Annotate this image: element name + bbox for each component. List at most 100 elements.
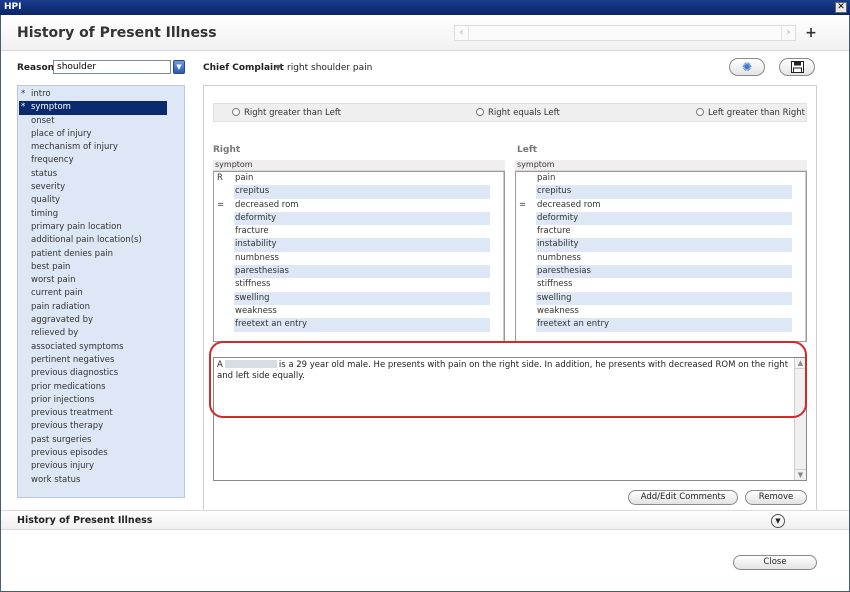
nav-next-icon[interactable]: › bbox=[781, 26, 795, 40]
sidebar-item-star: * bbox=[21, 102, 26, 113]
nav-previous-icon[interactable]: ‹ bbox=[455, 26, 469, 40]
sidebar-item-label: mechanism of injury bbox=[31, 142, 118, 153]
grid-scrollbar[interactable] bbox=[503, 172, 504, 341]
sidebar-item[interactable]: patient denies pain bbox=[18, 248, 184, 261]
sidebar-item[interactable]: pain radiation bbox=[18, 301, 184, 314]
main-panel: Right greater than Left Right equals Lef… bbox=[203, 85, 817, 514]
sidebar-item[interactable]: * symptom bbox=[19, 101, 167, 115]
sidebar-item[interactable]: previous injury bbox=[18, 460, 184, 473]
sidebar-item[interactable]: relieved by bbox=[18, 327, 184, 340]
radio-left-greater[interactable]: Left greater than Right bbox=[696, 108, 805, 118]
refresh-button[interactable]: ✺ bbox=[729, 58, 765, 76]
radio-right-greater[interactable]: Right greater than Left bbox=[232, 108, 341, 118]
remove-button[interactable]: Remove bbox=[745, 490, 807, 505]
sidebar-item[interactable]: severity bbox=[18, 181, 184, 194]
symptom-label: freetext an entry bbox=[536, 318, 792, 332]
symptom-row[interactable]: deformity bbox=[214, 211, 504, 226]
symptom-row[interactable]: instability bbox=[214, 238, 504, 252]
sidebar-item[interactable]: frequency bbox=[18, 154, 184, 167]
sidebar-item[interactable]: timing bbox=[18, 208, 184, 221]
sidebar-item[interactable]: primary pain location bbox=[18, 221, 184, 234]
symptom-row[interactable]: = decreased rom bbox=[516, 199, 806, 212]
sidebar-item[interactable]: status bbox=[18, 168, 184, 181]
sidebar-item[interactable]: prior injections bbox=[18, 394, 184, 407]
navigation-bar[interactable]: ‹ › bbox=[454, 25, 796, 41]
symptom-row[interactable]: stiffness bbox=[214, 278, 504, 291]
symptom-row[interactable]: numbness bbox=[516, 252, 806, 265]
symptom-label: deformity bbox=[536, 211, 792, 226]
symptom-label: numbness bbox=[235, 252, 279, 263]
window-close-button[interactable]: ✕ bbox=[835, 2, 847, 13]
sidebar-item-label: symptom bbox=[31, 102, 71, 113]
sidebar-item-label: frequency bbox=[31, 155, 74, 166]
add-icon[interactable]: + bbox=[804, 25, 818, 41]
sidebar-item[interactable]: best pain bbox=[18, 261, 184, 274]
sidebar-item[interactable]: previous episodes bbox=[18, 447, 184, 460]
chief-complaint-toggle-icon[interactable]: ▼ bbox=[275, 63, 281, 72]
sidebar-item[interactable]: work status bbox=[18, 474, 184, 487]
radio-right-equals-left[interactable]: Right equals Left bbox=[476, 108, 560, 118]
symptom-row[interactable]: pain bbox=[516, 172, 806, 185]
symptom-label: crepitus bbox=[234, 185, 490, 199]
symptom-row[interactable]: paresthesias bbox=[516, 265, 806, 279]
sidebar-item[interactable]: mechanism of injury bbox=[18, 141, 184, 154]
save-button[interactable] bbox=[779, 58, 815, 76]
reason-select[interactable] bbox=[53, 60, 171, 74]
sidebar-item-label: aggravated by bbox=[31, 315, 94, 326]
sidebar-item[interactable]: * intro bbox=[18, 88, 184, 101]
sidebar-item[interactable]: previous therapy bbox=[18, 420, 184, 433]
sidebar-item[interactable]: associated symptoms bbox=[18, 341, 184, 354]
grid-scrollbar[interactable] bbox=[805, 172, 806, 341]
right-symptom-grid: Rpain crepitus = decreased rom deformity frac… bbox=[213, 171, 505, 342]
hpi-window: History of Present Illness ‹ › + Reason:… bbox=[0, 15, 850, 592]
symptom-row[interactable]: freetext an entry bbox=[516, 318, 806, 332]
sidebar-item[interactable]: previous diagnostics bbox=[18, 367, 184, 380]
symptom-row[interactable]: fracture bbox=[214, 225, 504, 238]
symptom-label: stiffness bbox=[235, 279, 271, 290]
sidebar-item[interactable]: worst pain bbox=[18, 274, 184, 287]
symptom-row[interactable]: numbness bbox=[214, 252, 504, 265]
floppy-disk-icon bbox=[790, 61, 804, 73]
symptom-row[interactable]: paresthesias bbox=[214, 265, 504, 279]
sidebar-item[interactable]: previous treatment bbox=[18, 407, 184, 420]
collapsed-section[interactable]: History of Present Illness ▼ bbox=[1, 510, 849, 530]
sidebar-item[interactable]: quality bbox=[18, 194, 184, 207]
symptom-row[interactable]: fracture bbox=[516, 225, 806, 238]
symptom-row[interactable]: swelling bbox=[214, 291, 504, 305]
sidebar-item[interactable]: current pain bbox=[18, 287, 184, 300]
sidebar-item[interactable]: place of injury bbox=[18, 128, 184, 141]
symptom-row[interactable]: weakness bbox=[214, 305, 504, 318]
radio-circle[interactable] bbox=[696, 108, 704, 116]
expand-icon[interactable]: ▼ bbox=[771, 514, 785, 528]
symptom-row[interactable]: swelling bbox=[516, 291, 806, 305]
sidebar-item[interactable]: onset bbox=[18, 115, 184, 128]
symptom-label: weakness bbox=[235, 305, 277, 316]
symptom-label: numbness bbox=[537, 252, 581, 263]
sidebar-item[interactable]: prior medications bbox=[18, 381, 184, 394]
symptom-row[interactable]: weakness bbox=[516, 305, 806, 318]
radio-right-equals-left-label: Right equals Left bbox=[488, 108, 560, 118]
chevron-down-icon[interactable]: ▼ bbox=[173, 60, 185, 74]
symptom-row[interactable]: = decreased rom bbox=[214, 199, 504, 212]
symptom-row[interactable]: Rpain bbox=[214, 172, 504, 185]
symptom-label: stiffness bbox=[537, 279, 573, 290]
close-button[interactable]: Close bbox=[733, 555, 817, 570]
add-edit-comments-button[interactable]: Add/Edit Comments bbox=[628, 490, 738, 505]
sidebar-item[interactable]: aggravated by bbox=[18, 314, 184, 327]
radio-circle[interactable] bbox=[476, 108, 484, 116]
symptom-row[interactable]: deformity bbox=[516, 211, 806, 226]
radio-circle[interactable] bbox=[232, 108, 240, 116]
symptom-mark: = bbox=[519, 199, 527, 210]
symptom-row[interactable]: stiffness bbox=[516, 278, 806, 291]
symptom-row[interactable]: instability bbox=[516, 238, 806, 252]
sidebar-item-label: onset bbox=[31, 115, 55, 126]
symptom-row[interactable]: crepitus bbox=[214, 185, 504, 199]
reason-label: Reason: bbox=[17, 63, 58, 73]
symptom-row[interactable]: crepitus bbox=[516, 185, 806, 199]
sidebar-item[interactable]: pertinent negatives bbox=[18, 354, 184, 367]
symptom-row[interactable]: freetext an entry bbox=[214, 318, 504, 332]
sidebar-item[interactable]: past surgeries bbox=[18, 434, 184, 447]
scroll-down-icon[interactable]: ▼ bbox=[795, 469, 806, 480]
sidebar-item[interactable]: additional pain location(s) bbox=[18, 234, 184, 247]
symptom-mark: = bbox=[217, 199, 225, 210]
